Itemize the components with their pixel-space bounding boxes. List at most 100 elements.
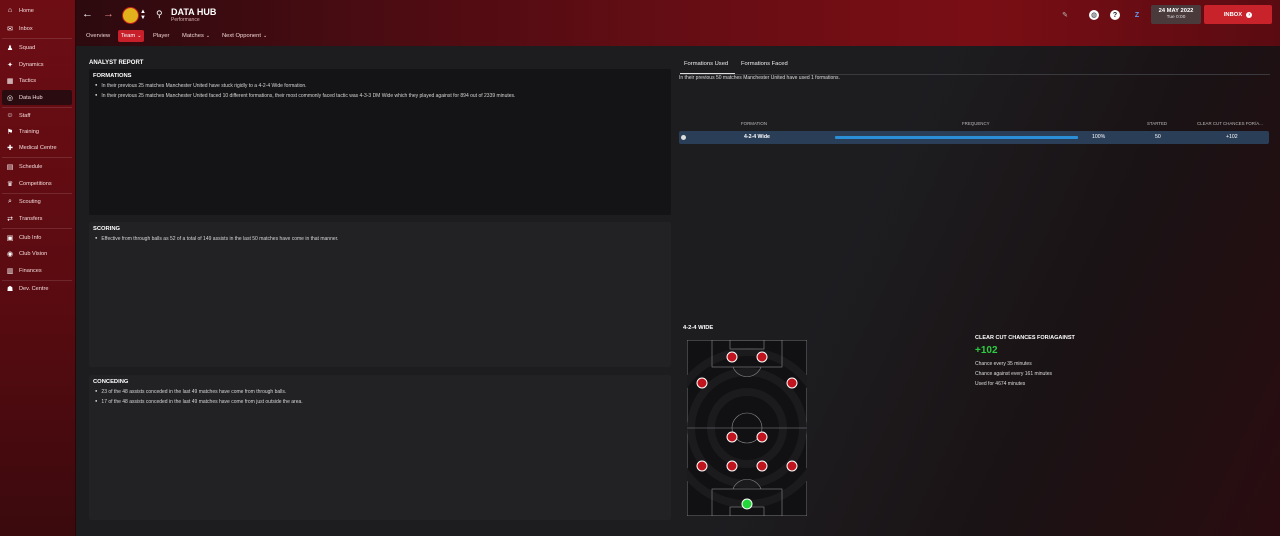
date-box[interactable]: 24 MAY 2022 Tue 0:00 xyxy=(1151,5,1201,24)
panel-title: SCORING xyxy=(93,226,121,232)
sidebar-item-club-info[interactable]: ▣ Club Info xyxy=(2,230,72,245)
frequency-bar xyxy=(835,136,1078,139)
scouting-icon: ⌕ xyxy=(8,197,12,205)
sidebar-item-medical-centre[interactable]: ✚ Medical Centre xyxy=(2,140,72,155)
ccc-detail-line: Chance against every 161 minutes xyxy=(975,371,1052,377)
started-cell: 50 xyxy=(1155,134,1161,140)
ccc-title: CLEAR CUT CHANCES FOR/AGAINST xyxy=(975,335,1075,341)
report-bullet: 17 of the 48 assists conceded in the las… xyxy=(95,399,302,405)
player-marker[interactable] xyxy=(696,377,708,389)
sidebar-item-inbox[interactable]: ✉ Inbox xyxy=(2,21,72,36)
chevron-down-icon: ⌄ xyxy=(205,33,211,39)
sidebar-divider xyxy=(2,228,72,229)
formations-panel: FORMATIONS In their previous 25 matches … xyxy=(89,69,671,215)
chevron-down-icon: ⌄ xyxy=(137,33,142,39)
globe-icon[interactable]: ◍ xyxy=(1089,10,1099,20)
sidebar-item-squad[interactable]: ♟ Squad xyxy=(2,40,72,55)
tab-matches[interactable]: Matches ⌄ xyxy=(179,30,213,42)
player-marker[interactable] xyxy=(756,460,768,472)
column-header-started[interactable]: STARTED xyxy=(1147,121,1167,126)
forward-arrow-icon[interactable]: → xyxy=(103,8,114,20)
dev-centre-icon: ☗ xyxy=(6,285,14,293)
sidebar-item-label: Competitions xyxy=(19,180,52,187)
arrow-circle-icon: › xyxy=(1246,11,1253,18)
sidebar-item-dev-centre[interactable]: ☗ Dev. Centre xyxy=(2,281,72,296)
sidebar-item-label: Staff xyxy=(19,112,31,119)
page-title: DATA HUB xyxy=(171,7,217,17)
main-content: ANALYST REPORT FORMATIONS In their previ… xyxy=(76,46,1280,536)
table-row[interactable]: 4-2-4 Wide 100% 50 +102 xyxy=(679,131,1269,144)
sidebar-item-label: Club Vision xyxy=(19,250,48,257)
sidebar-item-finances[interactable]: ▥ Finances xyxy=(2,263,72,278)
goalkeeper-marker[interactable] xyxy=(741,498,753,510)
tab-team[interactable]: Team ⌄ xyxy=(118,30,145,42)
selected-radio-icon[interactable] xyxy=(681,135,686,140)
sidebar-item-competitions[interactable]: ♛ Competitions xyxy=(2,176,72,191)
player-marker[interactable] xyxy=(696,460,708,472)
ccc-detail-line: Chance every 35 minutes xyxy=(975,361,1032,367)
fm-logo-icon[interactable]: Z xyxy=(1132,10,1142,20)
search-icon[interactable]: ⚲ xyxy=(156,9,163,20)
sidebar-item-home[interactable]: ⌂ Home xyxy=(2,3,72,18)
player-marker[interactable] xyxy=(726,431,738,443)
report-bullet: In their previous 25 matches Manchester … xyxy=(95,93,515,99)
player-marker[interactable] xyxy=(786,377,798,389)
player-marker[interactable] xyxy=(726,351,738,363)
inbox-label: INBOX xyxy=(1223,11,1243,18)
tab-label: Team xyxy=(121,33,136,39)
transfers-icon: ⇄ xyxy=(7,215,13,223)
current-date: 24 MAY 2022 xyxy=(1158,8,1194,14)
current-time: Tue 0:00 xyxy=(1166,15,1186,20)
tab-label: Matches xyxy=(182,33,204,39)
sidebar-item-data-hub[interactable]: ◎ Data Hub xyxy=(2,90,72,105)
sidebar-item-club-vision[interactable]: ◉ Club Vision xyxy=(2,246,72,261)
analyst-report-heading: ANALYST REPORT xyxy=(89,60,144,66)
inbox-continue-button[interactable]: INBOX › xyxy=(1204,5,1272,24)
formations-summary: In their previous 50 matches Manchester … xyxy=(679,75,840,81)
sidebar-item-training[interactable]: ⚑ Training xyxy=(2,124,72,139)
sidebar-item-label: Inbox xyxy=(19,25,33,32)
staff-icon: ☺ xyxy=(6,112,14,119)
tab-label: Next Opponent xyxy=(222,33,261,39)
sidebar-item-scouting[interactable]: ⌕ Scouting xyxy=(2,194,72,209)
pitch-formation-title: 4-2-4 WIDE xyxy=(683,325,714,331)
player-marker[interactable] xyxy=(726,460,738,472)
help-icon[interactable]: ? xyxy=(1110,10,1120,20)
sidebar: ⌂ Home ✉ Inbox ♟ Squad ✦ Dynamics ▦ Tactics ◎… xyxy=(0,0,76,536)
column-header-ccc[interactable]: CLEAR CUT CHANCES FOR/A... xyxy=(1197,121,1263,126)
sidebar-item-dynamics[interactable]: ✦ Dynamics xyxy=(2,57,72,72)
tactics-icon: ▦ xyxy=(6,77,14,85)
column-header-formation[interactable]: FORMATION xyxy=(741,121,767,126)
medical-icon: ✚ xyxy=(7,144,13,152)
sidebar-item-label: Dev. Centre xyxy=(19,285,49,292)
schedule-icon: ▤ xyxy=(6,163,14,171)
sidebar-item-transfers[interactable]: ⇄ Transfers xyxy=(2,211,72,226)
player-marker[interactable] xyxy=(786,460,798,472)
sidebar-item-schedule[interactable]: ▤ Schedule xyxy=(2,159,72,174)
player-marker[interactable] xyxy=(756,431,768,443)
top-header: ← → ▲ ▼ ⚲ DATA HUB Performance Overview T… xyxy=(76,0,1280,46)
dynamics-icon: ✦ xyxy=(7,61,13,69)
back-arrow-icon[interactable]: ← xyxy=(82,8,93,20)
tab-overview[interactable]: Overview xyxy=(83,30,113,42)
sidebar-item-label: Home xyxy=(19,7,34,14)
column-header-frequency[interactable]: FREQUENCY xyxy=(962,121,990,126)
tab-next-opponent[interactable]: Next Opponent ⌄ xyxy=(219,30,270,42)
tab-player[interactable]: Player xyxy=(150,30,172,42)
sidebar-item-label: Data Hub xyxy=(19,94,43,101)
player-marker[interactable] xyxy=(756,351,768,363)
sidebar-item-staff[interactable]: ☺ Staff xyxy=(2,108,72,123)
trophy-icon: ♛ xyxy=(6,180,14,188)
sidebar-divider xyxy=(2,38,72,39)
tab-formations-used[interactable]: Formations Used xyxy=(684,61,728,67)
sidebar-item-tactics[interactable]: ▦ Tactics xyxy=(2,73,72,88)
club-crest-icon[interactable] xyxy=(122,7,139,24)
edit-pencil-icon[interactable]: ✎ xyxy=(1060,10,1070,20)
panel-title: FORMATIONS xyxy=(93,73,132,79)
club-switch-arrows-icon[interactable]: ▲ ▼ xyxy=(140,9,146,21)
sidebar-item-label: Dynamics xyxy=(19,61,44,68)
app-window: ⌂ Home ✉ Inbox ♟ Squad ✦ Dynamics ▦ Tactics ◎… xyxy=(0,0,1280,536)
ccc-cell: +102 xyxy=(1226,134,1238,140)
sidebar-item-label: Training xyxy=(19,128,40,135)
tab-formations-faced[interactable]: Formations Faced xyxy=(741,61,788,67)
